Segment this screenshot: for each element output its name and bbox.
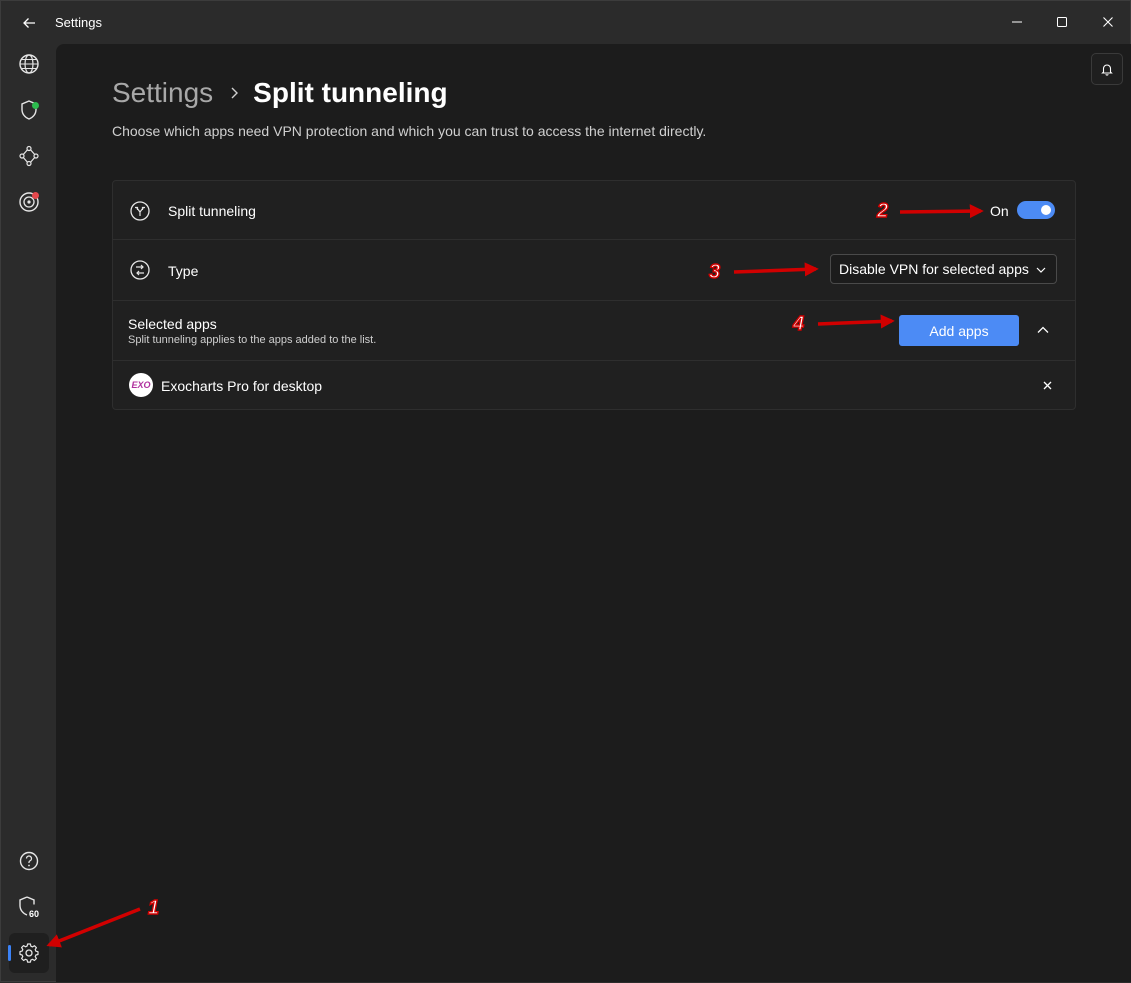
annotation-arrow-3 — [733, 262, 819, 277]
annotation-number-2: 2 — [876, 199, 889, 222]
annotation-arrows — [46, 204, 984, 948]
annotation-number-1: 1 — [147, 896, 160, 919]
annotation-number-4: 4 — [792, 312, 805, 335]
annotation-number-3: 3 — [708, 260, 721, 283]
annotation-arrow-1 — [46, 907, 141, 948]
annotation-arrow-4 — [817, 314, 895, 329]
annotation-arrow-2 — [899, 204, 984, 219]
settings-window: Settings 60 Settings Split tunneling Cho… — [0, 0, 1131, 982]
